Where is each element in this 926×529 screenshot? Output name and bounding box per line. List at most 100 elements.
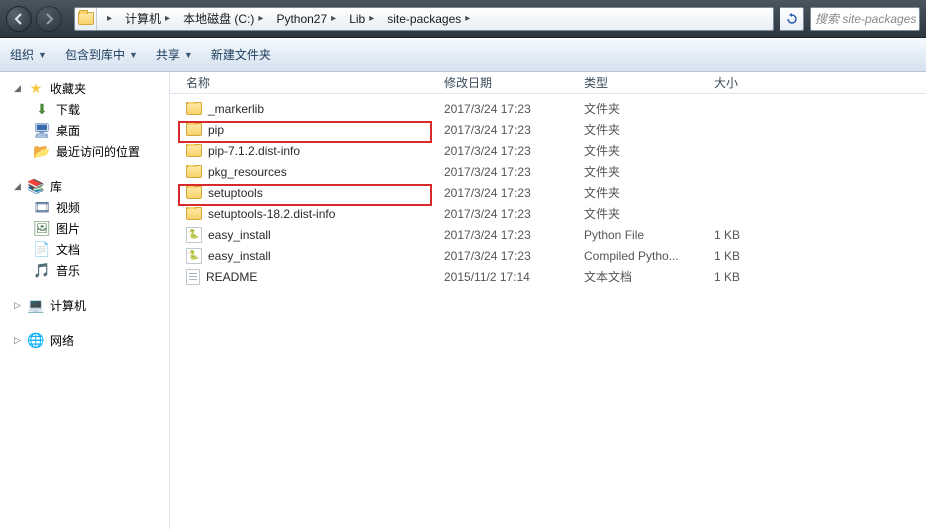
file-date-cell: 2017/3/24 17:23 (438, 123, 578, 137)
desktop-icon: 🖥 (34, 123, 50, 139)
breadcrumb-lead[interactable]: ▸ (97, 8, 119, 30)
file-list-pane: 名称 修改日期 类型 大小 _markerlib2017/3/24 17:23文… (170, 72, 926, 529)
file-name-cell: pkg_resources (180, 165, 438, 179)
new-folder-button[interactable]: 新建文件夹 (211, 46, 271, 63)
sidebar-item-videos[interactable]: 🎞 视频 (0, 197, 169, 218)
sidebar-item-desktop[interactable]: 🖥 桌面 (0, 120, 169, 141)
column-name[interactable]: 名称 (180, 72, 438, 93)
column-date[interactable]: 修改日期 (438, 72, 578, 93)
file-date-cell: 2015/11/2 17:14 (438, 270, 578, 284)
sidebar-item-music[interactable]: 🎵 音乐 (0, 260, 169, 281)
arrow-right-icon (43, 13, 55, 25)
sidebar-item-recent[interactable]: 📂 最近访问的位置 (0, 141, 169, 162)
breadcrumb-segment[interactable]: site-packages▸ (381, 8, 477, 30)
file-size-cell: 1 KB (708, 228, 788, 242)
back-button[interactable] (6, 6, 32, 32)
file-type-cell: 文本文档 (578, 268, 708, 285)
chevron-right-icon: ▸ (107, 13, 112, 24)
chevron-right-icon: ▸ (331, 13, 336, 24)
file-row[interactable]: easy_install2017/3/24 17:23Compiled Pyth… (170, 245, 926, 266)
sidebar-item-pictures[interactable]: 🖼 图片 (0, 218, 169, 239)
file-type-cell: 文件夹 (578, 184, 708, 201)
file-date-cell: 2017/3/24 17:23 (438, 207, 578, 221)
file-type-cell: 文件夹 (578, 142, 708, 159)
file-row[interactable]: easy_install2017/3/24 17:23Python File1 … (170, 224, 926, 245)
folder-icon (186, 144, 202, 157)
search-placeholder: 搜索 site-packages (815, 10, 916, 27)
breadcrumb-bar[interactable]: ▸计算机▸本地磁盘 (C:)▸Python27▸Lib▸site-package… (74, 7, 774, 31)
sidebar-network[interactable]: ▷ 🌐 网络 (0, 330, 169, 351)
chevron-down-icon: ▼ (184, 50, 193, 60)
library-icon: 📚 (28, 179, 44, 195)
file-row[interactable]: _markerlib2017/3/24 17:23文件夹 (170, 98, 926, 119)
file-size-cell: 1 KB (708, 249, 788, 263)
sidebar-favorites[interactable]: ◢ ★ 收藏夹 (0, 78, 169, 99)
chevron-right-icon: ▸ (258, 13, 263, 24)
file-date-cell: 2017/3/24 17:23 (438, 165, 578, 179)
file-type-cell: 文件夹 (578, 121, 708, 138)
column-size[interactable]: 大小 (708, 72, 788, 93)
file-name-cell: setuptools-18.2.dist-info (180, 207, 438, 221)
main-area: ◢ ★ 收藏夹 ⬇ 下载 🖥 桌面 📂 最近访问的位置 ◢ 📚 库 (0, 72, 926, 529)
file-row[interactable]: setuptools-18.2.dist-info2017/3/24 17:23… (170, 203, 926, 224)
arrow-left-icon (13, 13, 25, 25)
chevron-right-icon: ▷ (14, 335, 22, 346)
chevron-right-icon: ▸ (369, 13, 374, 24)
file-name-cell: pip (180, 123, 438, 137)
music-icon: 🎵 (34, 263, 50, 279)
chevron-down-icon: ◢ (14, 83, 22, 94)
video-icon: 🎞 (34, 200, 50, 216)
chevron-right-icon: ▸ (165, 13, 170, 24)
file-name-cell: README (180, 269, 438, 285)
chevron-down-icon: ▼ (38, 50, 47, 60)
column-headers: 名称 修改日期 类型 大小 (170, 72, 926, 94)
file-type-cell: Python File (578, 228, 708, 242)
file-row[interactable]: pkg_resources2017/3/24 17:23文件夹 (170, 161, 926, 182)
sidebar: ◢ ★ 收藏夹 ⬇ 下载 🖥 桌面 📂 最近访问的位置 ◢ 📚 库 (0, 72, 170, 529)
breadcrumb-segment[interactable]: 计算机▸ (119, 8, 177, 30)
file-row[interactable]: pip-7.1.2.dist-info2017/3/24 17:23文件夹 (170, 140, 926, 161)
sidebar-item-downloads[interactable]: ⬇ 下载 (0, 99, 169, 120)
chevron-down-icon: ▼ (129, 50, 138, 60)
refresh-button[interactable] (780, 7, 804, 31)
share-menu[interactable]: 共享▼ (156, 46, 193, 63)
search-input[interactable]: 搜索 site-packages (810, 7, 920, 31)
file-name-cell: setuptools (180, 186, 438, 200)
python-file-icon (186, 248, 202, 264)
breadcrumb-segment[interactable]: Python27▸ (270, 8, 343, 30)
sidebar-item-documents[interactable]: 📄 文档 (0, 239, 169, 260)
file-name-cell: easy_install (180, 248, 438, 264)
document-icon: 📄 (34, 242, 50, 258)
file-type-cell: 文件夹 (578, 205, 708, 222)
file-date-cell: 2017/3/24 17:23 (438, 102, 578, 116)
toolbar: 组织▼ 包含到库中▼ 共享▼ 新建文件夹 (0, 38, 926, 72)
python-file-icon (186, 227, 202, 243)
chevron-right-icon: ▷ (14, 300, 22, 311)
include-in-library-menu[interactable]: 包含到库中▼ (65, 46, 138, 63)
breadcrumb-segment[interactable]: Lib▸ (343, 8, 381, 30)
file-row[interactable]: setuptools2017/3/24 17:23文件夹 (170, 182, 926, 203)
computer-icon: 💻 (28, 298, 44, 314)
chevron-right-icon: ▸ (465, 13, 470, 24)
sidebar-computer[interactable]: ▷ 💻 计算机 (0, 295, 169, 316)
star-icon: ★ (28, 81, 44, 97)
folder-icon (75, 8, 97, 30)
file-date-cell: 2017/3/24 17:23 (438, 186, 578, 200)
file-date-cell: 2017/3/24 17:23 (438, 249, 578, 263)
folder-icon (186, 186, 202, 199)
forward-button[interactable] (36, 6, 62, 32)
refresh-icon (786, 13, 798, 25)
network-icon: 🌐 (28, 333, 44, 349)
download-icon: ⬇ (34, 102, 50, 118)
file-row[interactable]: pip2017/3/24 17:23文件夹 (170, 119, 926, 140)
organize-menu[interactable]: 组织▼ (10, 46, 47, 63)
breadcrumb-segment[interactable]: 本地磁盘 (C:)▸ (177, 8, 270, 30)
sidebar-libraries[interactable]: ◢ 📚 库 (0, 176, 169, 197)
file-size-cell: 1 KB (708, 270, 788, 284)
file-name-cell: pip-7.1.2.dist-info (180, 144, 438, 158)
chevron-down-icon: ◢ (14, 181, 22, 192)
folder-icon (186, 123, 202, 136)
file-rows: _markerlib2017/3/24 17:23文件夹pip2017/3/24… (170, 94, 926, 529)
file-row[interactable]: README2015/11/2 17:14文本文档1 KB (170, 266, 926, 287)
column-type[interactable]: 类型 (578, 72, 708, 93)
